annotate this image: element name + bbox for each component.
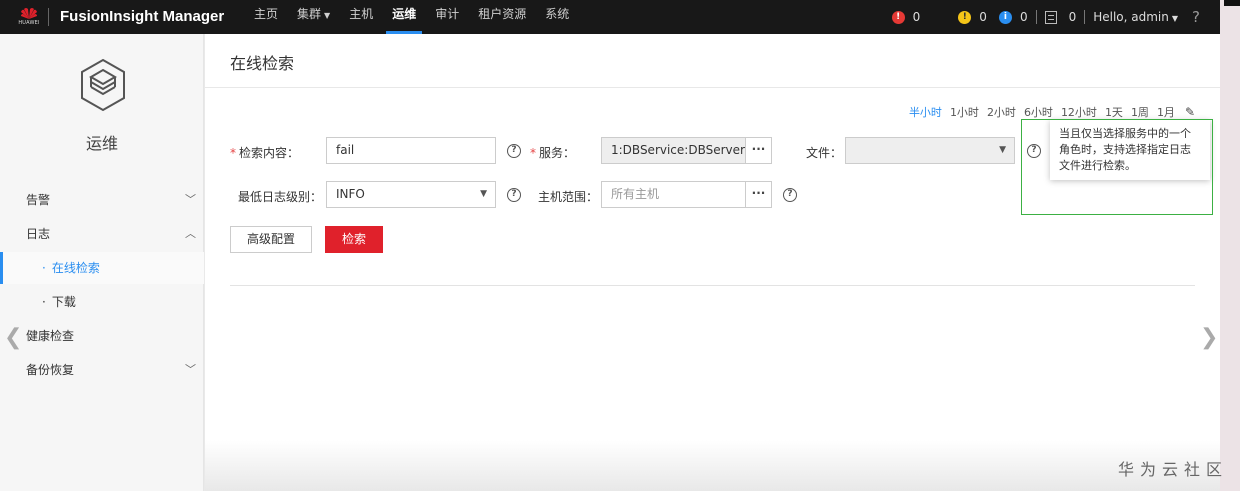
min-log-level-label: 最低日志级别： bbox=[238, 190, 323, 204]
help-circle-icon[interactable]: ? bbox=[507, 144, 521, 158]
chevron-down-icon: ﹀ bbox=[185, 363, 196, 376]
caret-down-icon: ▼ bbox=[1171, 14, 1179, 23]
host-select-button[interactable]: ··· bbox=[745, 181, 772, 208]
header-separator bbox=[1035, 10, 1037, 24]
task-count[interactable]: 0 bbox=[1069, 10, 1077, 24]
time-range-selector: 半小时 1小时 2小时 6小时 12小时 1天 1周 1月 ✎ bbox=[901, 104, 1195, 120]
file-label: 文件： bbox=[806, 146, 843, 160]
nav-cluster[interactable]: 集群 ▼ bbox=[289, 0, 338, 34]
top-bar: HUAWEI FusionInsight Manager 主页 集群 ▼ 主机 运… bbox=[0, 0, 1220, 34]
main-nav: 主页 集群 ▼ 主机 运维 审计 租户资源 系统 bbox=[246, 0, 580, 34]
huawei-logo: HUAWEI bbox=[14, 6, 44, 28]
bottom-shade bbox=[205, 440, 1220, 491]
caret-down-icon: ▼ bbox=[999, 145, 1006, 155]
help-icon[interactable]: ? bbox=[1192, 8, 1200, 26]
logo-divider bbox=[48, 8, 49, 26]
results-divider bbox=[230, 285, 1195, 286]
help-circle-icon[interactable]: ? bbox=[783, 188, 797, 202]
header-status: ! 0 ! 0 i 0 0 Hello, admin ▼ ? bbox=[891, 0, 1200, 34]
right-edge-strip bbox=[1220, 0, 1240, 491]
om-module-icon bbox=[81, 58, 125, 112]
huawei-brand-text: HUAWEI bbox=[18, 20, 40, 26]
time-range-12h[interactable]: 12小时 bbox=[1061, 104, 1097, 120]
info-alarm-count[interactable]: 0 bbox=[1020, 10, 1028, 24]
task-list-icon[interactable] bbox=[1044, 10, 1057, 24]
sidebar-module-title: 运维 bbox=[85, 134, 118, 153]
sidebar-item-health-check[interactable]: 健康检查 bbox=[0, 320, 204, 352]
huawei-petals-icon bbox=[21, 8, 37, 19]
user-menu[interactable]: Hello, admin ▼ bbox=[1093, 10, 1178, 24]
app-title[interactable]: FusionInsight Manager bbox=[60, 8, 224, 25]
nav-audit[interactable]: 审计 bbox=[427, 0, 467, 34]
critical-alarm-icon[interactable]: ! bbox=[891, 10, 905, 24]
time-range-6h[interactable]: 6小时 bbox=[1024, 104, 1053, 120]
nav-system[interactable]: 系统 bbox=[537, 0, 577, 34]
nav-om[interactable]: 运维 bbox=[384, 0, 424, 34]
annotation-highlight-box bbox=[1021, 119, 1213, 215]
page-title: 在线检索 bbox=[230, 54, 295, 73]
main-content: 在线检索 半小时 1小时 2小时 6小时 12小时 1天 1周 1月 ✎ * 检索… bbox=[205, 34, 1220, 491]
host-range-label: 主机范围： bbox=[538, 190, 599, 204]
service-select-button[interactable]: ··· bbox=[745, 137, 772, 164]
warning-alarm-count[interactable]: 0 bbox=[979, 10, 987, 24]
critical-alarm-count[interactable]: 0 bbox=[913, 10, 921, 24]
time-range-1w[interactable]: 1周 bbox=[1131, 104, 1149, 120]
nav-tenant-resources[interactable]: 租户资源 bbox=[470, 0, 534, 34]
caret-down-icon: ▼ bbox=[324, 11, 331, 20]
time-range-1m[interactable]: 1月 bbox=[1157, 104, 1175, 120]
advanced-config-button[interactable]: 高级配置 bbox=[230, 226, 313, 253]
chevron-down-icon: ﹀ bbox=[185, 193, 196, 206]
help-circle-icon[interactable]: ? bbox=[507, 188, 521, 202]
chevron-left-icon[interactable]: ❮ bbox=[4, 325, 22, 350]
nav-home[interactable]: 主页 bbox=[246, 0, 286, 34]
sidebar-item-online-search[interactable]: · 在线检索 bbox=[0, 252, 204, 284]
service-label: * 服务： bbox=[530, 146, 576, 160]
title-divider bbox=[205, 87, 1220, 88]
sidebar-item-download[interactable]: · 下载 bbox=[0, 286, 204, 318]
warning-alarm-icon[interactable]: ! bbox=[958, 10, 972, 24]
sidebar-item-log[interactable]: 日志 ︿ bbox=[0, 218, 204, 250]
sidebar: 运维 告警 ﹀ 日志 ︿ · 在线检索 · 下载 健康检查 备份恢复 ﹀ bbox=[0, 34, 204, 491]
host-range-input[interactable]: 所有主机 bbox=[601, 181, 746, 208]
time-range-half-hour[interactable]: 半小时 bbox=[909, 104, 942, 120]
nav-hosts[interactable]: 主机 bbox=[341, 0, 381, 34]
watermark: 华为云社区 bbox=[1118, 460, 1229, 479]
time-range-1d[interactable]: 1天 bbox=[1105, 104, 1123, 120]
caret-down-icon: ▼ bbox=[480, 189, 487, 199]
service-input[interactable]: 1:DBService:DBServer;1: bbox=[601, 137, 746, 164]
chevron-up-icon: ︿ bbox=[185, 227, 196, 240]
chevron-right-icon[interactable]: ❯ bbox=[1200, 325, 1218, 350]
min-log-level-select[interactable]: INFO ▼ bbox=[326, 181, 496, 208]
header-separator bbox=[1084, 10, 1086, 24]
search-content-input[interactable]: fail bbox=[326, 137, 496, 164]
search-content-label: * 检索内容： bbox=[230, 146, 300, 160]
sidebar-item-backup-restore[interactable]: 备份恢复 ﹀ bbox=[0, 354, 204, 386]
file-select[interactable]: ▼ bbox=[845, 137, 1015, 164]
time-range-1h[interactable]: 1小时 bbox=[950, 104, 979, 120]
info-alarm-icon[interactable]: i bbox=[998, 10, 1012, 24]
sidebar-item-alarm[interactable]: 告警 ﹀ bbox=[0, 184, 204, 216]
time-range-2h[interactable]: 2小时 bbox=[987, 104, 1016, 120]
search-button[interactable]: 检索 bbox=[325, 226, 384, 253]
pencil-icon[interactable]: ✎ bbox=[1185, 105, 1195, 119]
